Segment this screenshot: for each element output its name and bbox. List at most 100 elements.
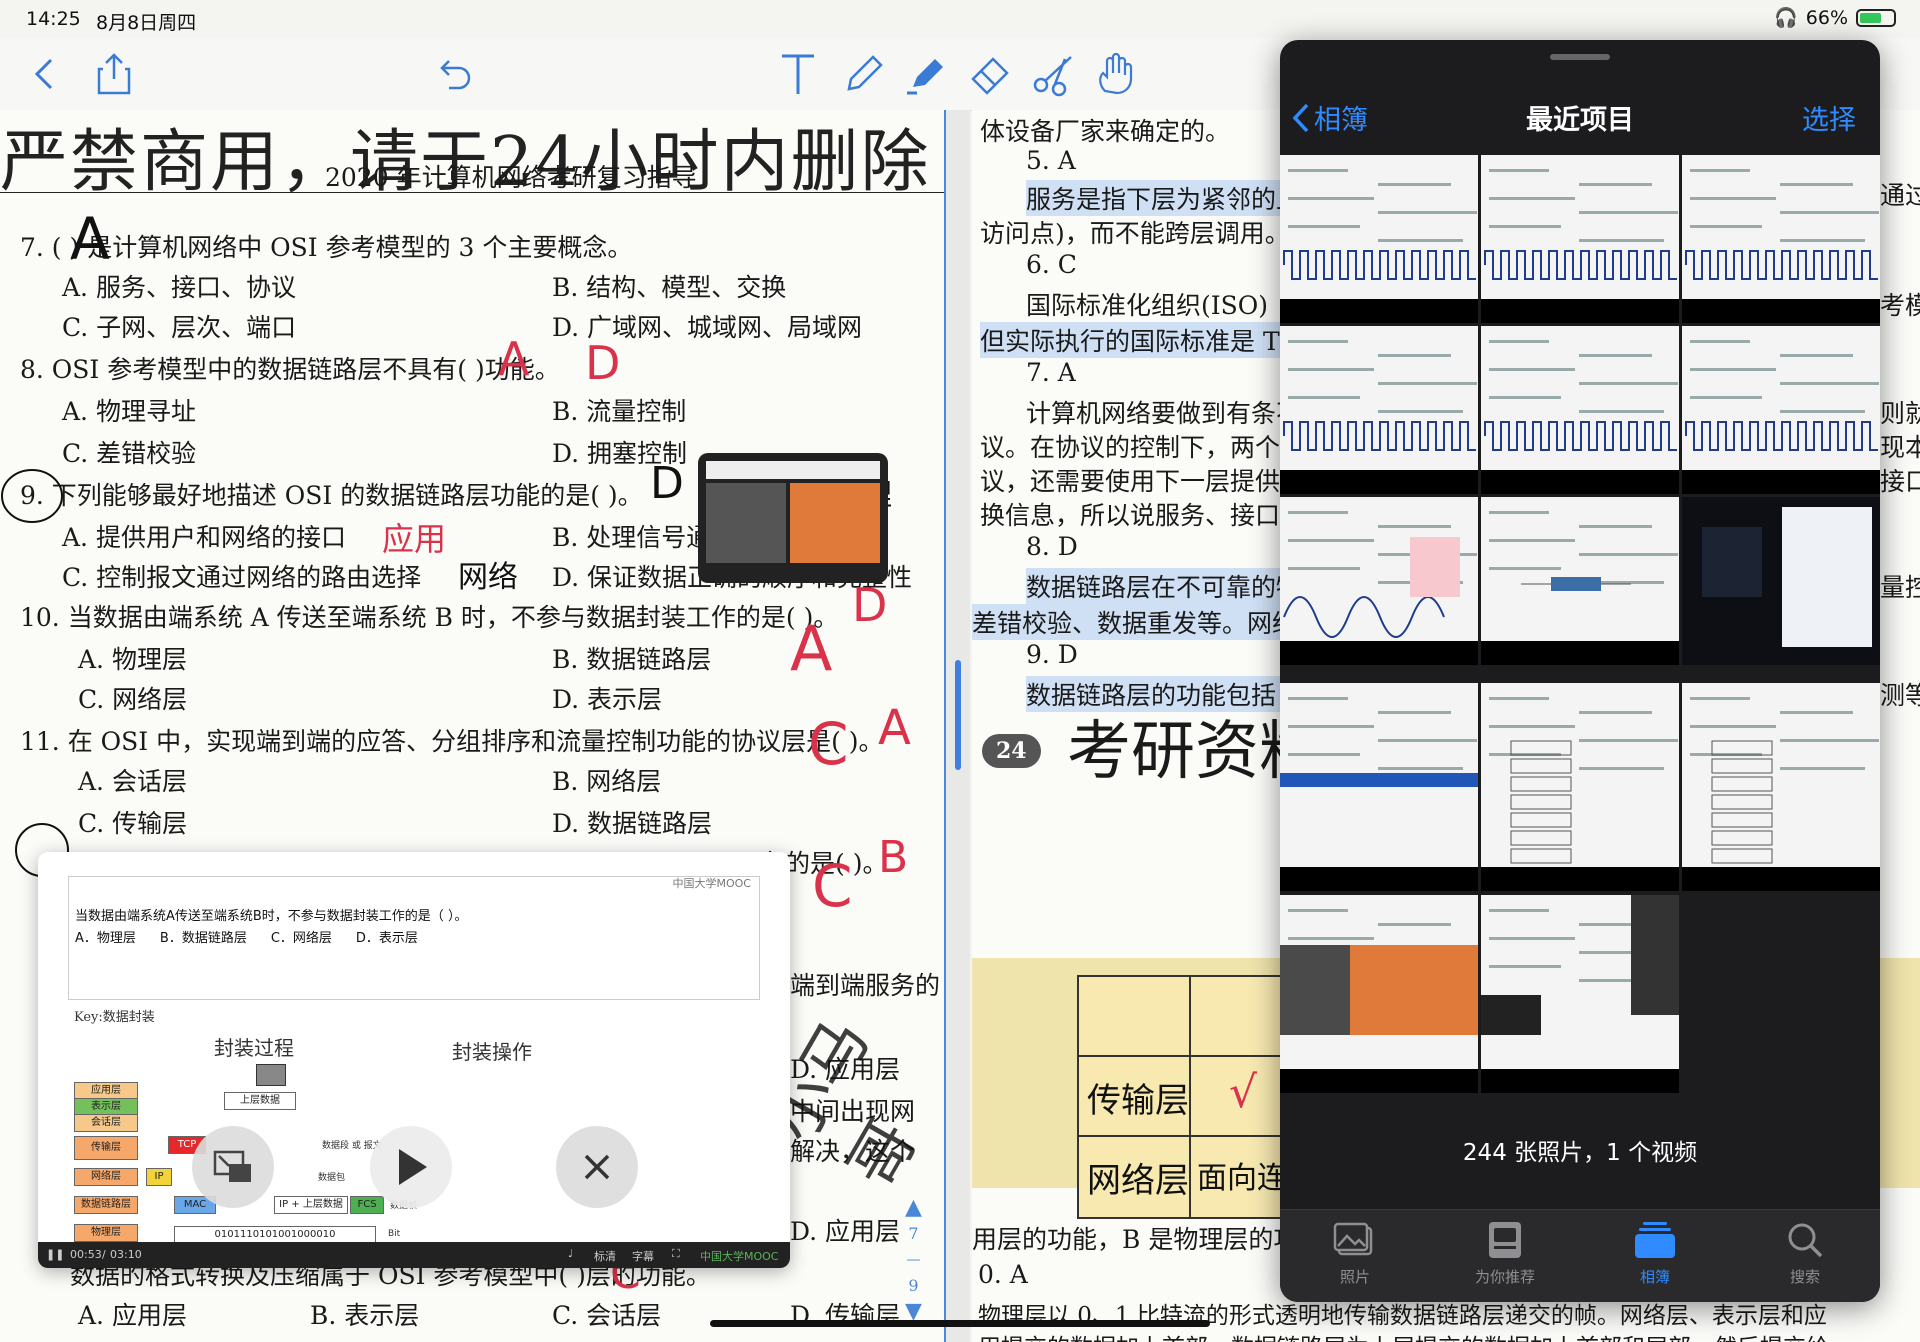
- photo-thumbnail[interactable]: [1682, 326, 1880, 494]
- tab-label: 照片: [1339, 1268, 1370, 1286]
- edge-fragment: 考模: [1880, 291, 1920, 320]
- restore-pip-button[interactable]: [192, 1126, 274, 1208]
- close-pip-button[interactable]: [556, 1126, 638, 1208]
- photo-thumbnail[interactable]: [1682, 497, 1880, 665]
- play-button[interactable]: [370, 1126, 452, 1208]
- photos-icon: [1333, 1222, 1373, 1256]
- share-icon[interactable]: [88, 48, 140, 100]
- volume-icon[interactable]: ♩: [568, 1247, 573, 1260]
- option-line: C. 差错校验: [62, 439, 197, 468]
- time-total: 03:10: [110, 1248, 142, 1261]
- photo-thumbnail[interactable]: [1280, 683, 1478, 891]
- pen-icon[interactable]: [838, 48, 890, 100]
- layer-box: 传输层: [74, 1136, 138, 1160]
- right-edge-strip: 通过 考模 则就 现本 接口 量控 测等: [1880, 110, 1920, 1342]
- tab-albums[interactable]: 相簿: [1580, 1220, 1730, 1287]
- question-line: 9. 下列能够最好地描述 OSI 的数据链路层功能的是( )。: [20, 481, 643, 510]
- computer-icon: [256, 1064, 286, 1086]
- picker-title: 最近项目: [1526, 105, 1634, 136]
- highlighter-icon[interactable]: [900, 48, 952, 100]
- scissors-icon[interactable]: [1028, 48, 1080, 100]
- answer-number: 9. D: [1026, 640, 1078, 669]
- answer-line: 体设备厂家来确定的。: [980, 117, 1231, 146]
- photo-thumbnail[interactable]: [1280, 326, 1478, 494]
- status-right: 🎧 66%: [1774, 6, 1896, 29]
- option-line: C. 传输层: [78, 809, 188, 838]
- photo-thumbnail[interactable]: [1481, 683, 1679, 891]
- back-chevron-icon[interactable]: [18, 48, 70, 100]
- photo-picker-sheet[interactable]: 相簿 最近项目 选择 244 张照片，1 个视频 照片 为你推荐 相簿 搜索: [1280, 40, 1880, 1302]
- close-icon: [584, 1154, 610, 1180]
- edge-fragment: 接口: [1880, 467, 1920, 496]
- photo-thumbnail[interactable]: [1280, 155, 1478, 323]
- photo-thumbnail[interactable]: [1280, 895, 1478, 1093]
- option-line: B. 结构、模型、交换: [552, 273, 787, 302]
- tab-search[interactable]: 搜索: [1730, 1220, 1880, 1287]
- edge-fragment: 则就: [1880, 399, 1920, 428]
- diagram-label: Bit: [388, 1229, 401, 1239]
- check-mark: √: [1229, 1067, 1258, 1118]
- edge-fragment: 量控: [1880, 573, 1920, 602]
- option-line: B. 网络层: [552, 767, 662, 796]
- fullscreen-icon[interactable]: ⛶: [672, 1247, 680, 1261]
- table-cell: 网络层: [1087, 1161, 1189, 1201]
- photo-thumbnail[interactable]: [1481, 497, 1679, 665]
- subtitle-button[interactable]: 字幕: [632, 1248, 654, 1264]
- diagram-label: 数据包: [318, 1173, 346, 1183]
- quality-button[interactable]: 标清: [594, 1248, 616, 1264]
- handwritten-answer: C: [812, 852, 853, 920]
- edge-fragment: 现本: [1880, 433, 1920, 462]
- split-view-grip[interactable]: [955, 660, 961, 770]
- handwritten-answer: A: [878, 700, 911, 756]
- slide-key: Key:数据封装: [74, 1010, 155, 1025]
- answer-line: 差错校验、数据重发等。网络: [972, 604, 1298, 640]
- video-controls-bar[interactable]: ❚❚ 00:53 / 03:10 ♩ 标清 字幕 ⛶ 中国大学MOOC: [38, 1242, 790, 1268]
- diagram-label: 上层数据: [224, 1092, 296, 1110]
- option-line: D. 表示层: [552, 685, 663, 714]
- page-indicator[interactable]: ▲ 7 — 9 ▼: [905, 1195, 922, 1325]
- pause-icon[interactable]: ❚❚: [46, 1248, 64, 1261]
- option-line: B. 数据链路层: [552, 645, 712, 674]
- answer-line: 用层的功能，B 是物理层的功能: [972, 1225, 1324, 1254]
- eraser-icon[interactable]: [964, 48, 1016, 100]
- layer-box: 网络层: [74, 1168, 138, 1186]
- back-chevron-icon: [1292, 103, 1309, 132]
- page-total: 9: [908, 1276, 919, 1295]
- photo-thumbnail[interactable]: [1682, 683, 1880, 891]
- for-you-icon: [1489, 1222, 1521, 1258]
- tab-label: 相簿: [1639, 1268, 1670, 1286]
- photo-thumbnail[interactable]: [1682, 155, 1880, 323]
- battery-icon: [1856, 8, 1896, 27]
- hand-icon[interactable]: [1090, 48, 1142, 100]
- battery-percent: 66%: [1805, 6, 1848, 29]
- split-view-divider[interactable]: [946, 110, 970, 1342]
- home-indicator[interactable]: [710, 1320, 1210, 1327]
- option-line: D. 应用层: [790, 1217, 901, 1246]
- undo-icon[interactable]: [430, 48, 482, 100]
- sheet-grabber[interactable]: [1550, 54, 1610, 60]
- photo-thumbnail[interactable]: [1481, 326, 1679, 494]
- text-tool-icon[interactable]: [772, 48, 824, 100]
- page-current: 7: [908, 1224, 919, 1243]
- select-button[interactable]: 选择: [1802, 98, 1856, 137]
- option-line: A. 物理寻址: [62, 397, 196, 426]
- circle-mark: [1, 469, 63, 523]
- tab-for-you[interactable]: 为你推荐: [1430, 1220, 1580, 1287]
- status-time: 14:25: [26, 8, 81, 30]
- edge-fragment: 通过: [1880, 181, 1920, 210]
- option-line: B. 表示层: [310, 1301, 420, 1330]
- page-up-icon[interactable]: ▲: [905, 1195, 922, 1221]
- answer-number: 5. A: [1026, 146, 1076, 175]
- photo-thumbnail[interactable]: [1280, 497, 1478, 665]
- photo-thumbnail[interactable]: [1481, 895, 1679, 1093]
- option-line: A. 服务、接口、协议: [62, 273, 296, 302]
- albums-back-button[interactable]: 相簿: [1292, 98, 1368, 137]
- photo-thumbnail[interactable]: [1481, 155, 1679, 323]
- layer-box: 数据链路层: [74, 1196, 138, 1214]
- answer-line: 换信息，所以说服务、接口、: [980, 501, 1306, 530]
- video-pip-window[interactable]: 中国大学MOOC 当数据由端系统A传送至端系统B时，不参与数据封装工作的是（ ）…: [38, 852, 790, 1268]
- answer-line: 议。在协议的控制下，两个对: [980, 433, 1306, 462]
- tab-photos[interactable]: 照片: [1280, 1220, 1430, 1287]
- handwritten-answer: A: [790, 612, 833, 685]
- mini-video-preview[interactable]: [698, 453, 888, 583]
